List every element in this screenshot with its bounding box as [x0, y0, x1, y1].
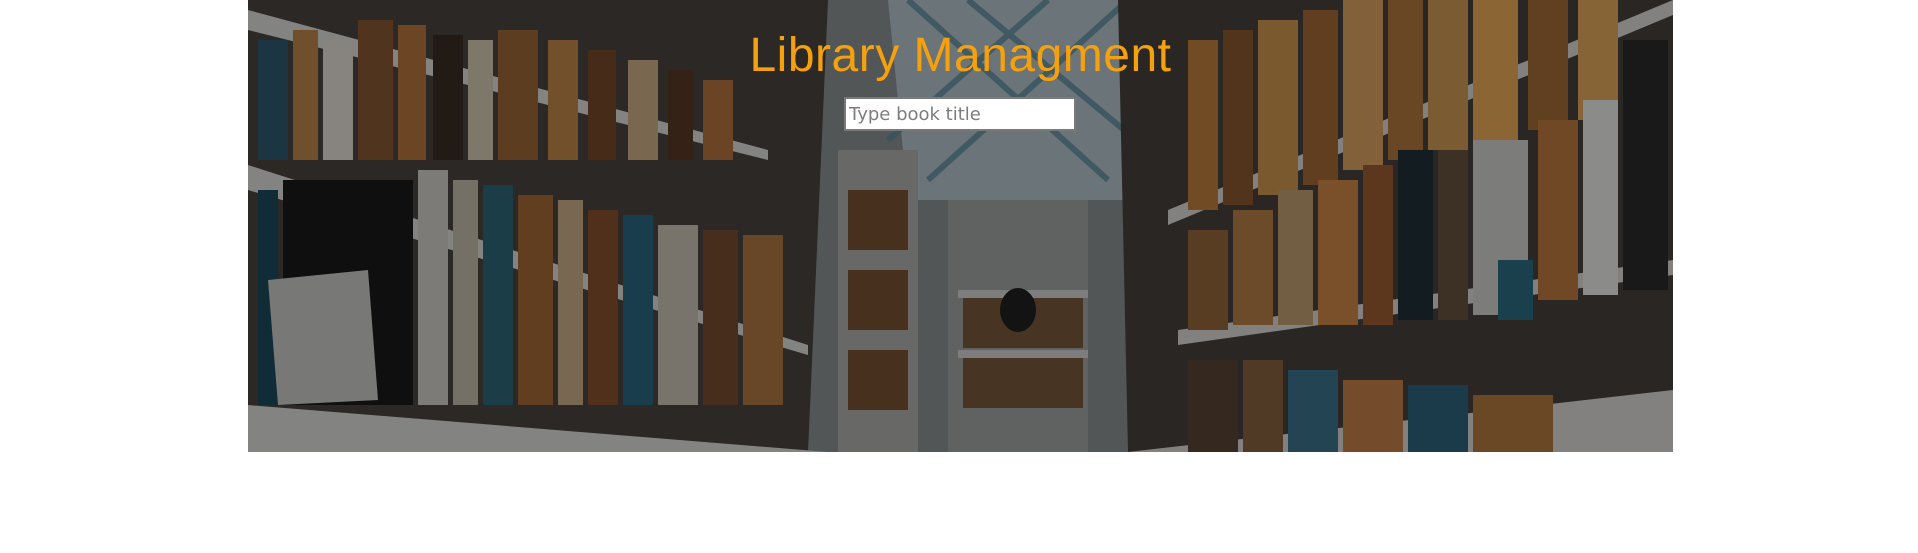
hero-banner: Library Managment	[248, 0, 1673, 452]
page-title: Library Managment	[749, 29, 1172, 82]
page: Library Managment	[0, 0, 1918, 553]
book-search-input[interactable]	[844, 97, 1076, 131]
